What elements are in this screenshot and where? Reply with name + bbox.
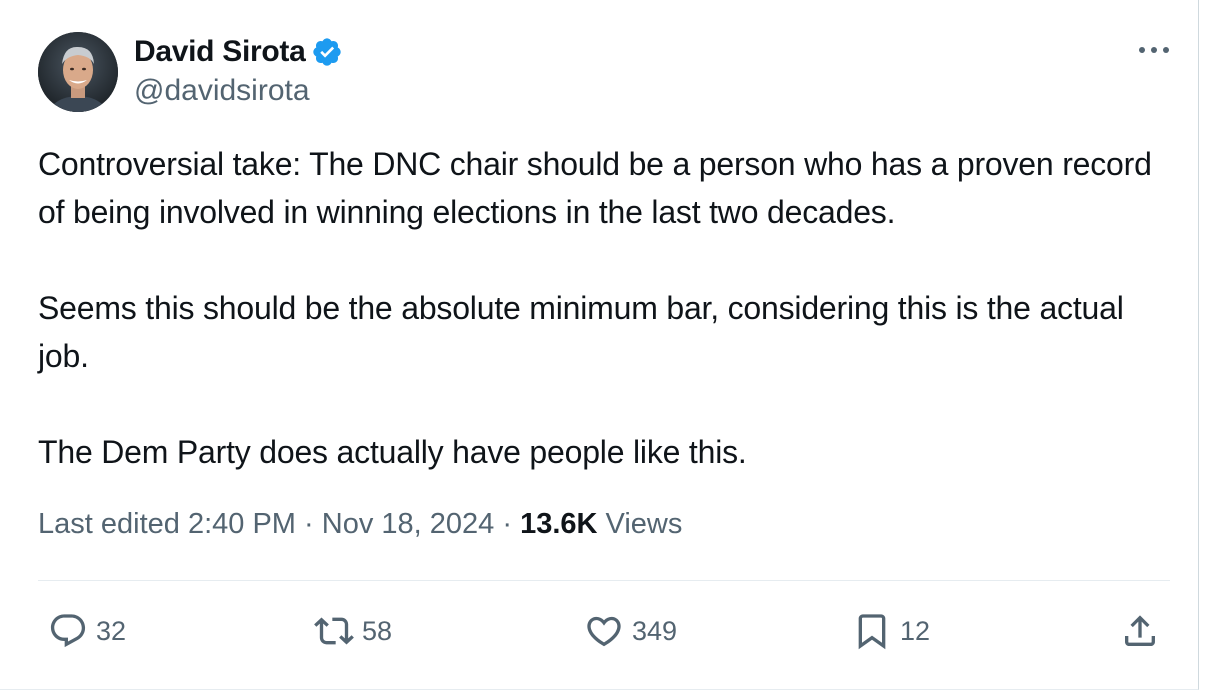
repost-count: 58 <box>362 615 393 646</box>
tweet-paragraph: Controversial take: The DNC chair should… <box>38 146 1152 230</box>
avatar[interactable] <box>38 32 118 112</box>
tweet-paragraph: Seems this should be the absolute minimu… <box>38 290 1124 374</box>
tweet-time[interactable]: 2:40 PM <box>188 508 296 540</box>
verified-badge-icon[interactable] <box>311 36 343 68</box>
author-handle[interactable]: @davidsirota <box>134 74 310 108</box>
bookmark-count: 12 <box>900 615 931 646</box>
reply-button[interactable]: 32 <box>48 605 126 657</box>
tweet-text: Controversial take: The DNC chair should… <box>38 140 1168 476</box>
action-bar: 32 58 349 12 <box>0 605 1199 657</box>
like-button[interactable]: 349 <box>584 605 677 657</box>
edited-label[interactable]: Last edited <box>38 508 180 540</box>
meta-separator: · <box>502 508 512 540</box>
repost-icon <box>314 611 354 651</box>
author-name-row: David Sirota <box>134 34 343 70</box>
more-icon[interactable] <box>1134 34 1174 66</box>
reply-count: 32 <box>96 615 127 646</box>
tweet-card: David Sirota @davidsirota Controversial … <box>0 0 1199 690</box>
share-button[interactable] <box>1120 605 1160 657</box>
divider <box>38 580 1170 581</box>
meta-separator: · <box>304 508 314 540</box>
repost-button[interactable]: 58 <box>314 605 392 657</box>
reply-icon <box>48 611 88 651</box>
tweet-date[interactable]: Nov 18, 2024 <box>322 508 495 540</box>
views-label[interactable]: Views <box>606 508 683 540</box>
share-icon <box>1120 611 1160 651</box>
bookmark-button[interactable]: 12 <box>852 605 930 657</box>
like-count: 349 <box>632 615 678 646</box>
tweet-metadata: Last edited 2:40 PM · Nov 18, 2024 · 13.… <box>38 508 682 541</box>
heart-icon <box>584 611 624 651</box>
views-count[interactable]: 13.6K <box>520 508 597 540</box>
avatar-photo <box>38 32 118 112</box>
bookmark-icon <box>852 611 892 651</box>
author-display-name[interactable]: David Sirota <box>134 35 306 69</box>
tweet-paragraph: The Dem Party does actually have people … <box>38 434 747 470</box>
